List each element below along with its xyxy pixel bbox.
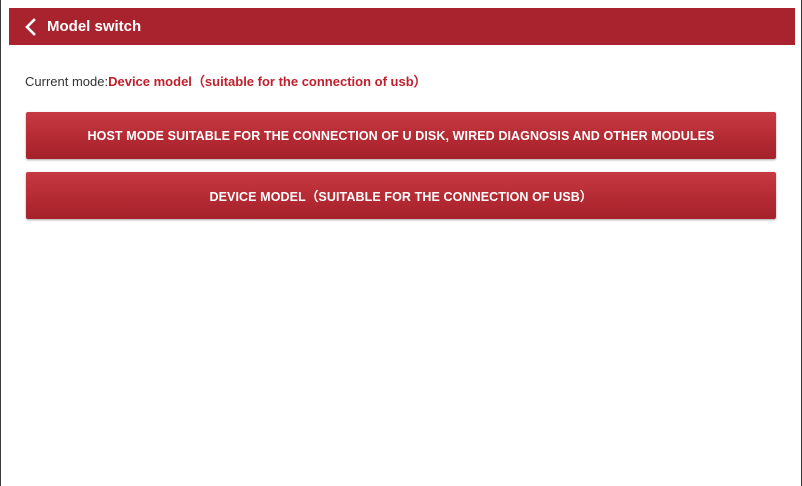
current-mode-status: Current mode:Device model（suitable for t… [25, 71, 427, 90]
device-mode-button-label: DEVICE MODEL（SUITABLE FOR THE CONNECTION… [209, 190, 593, 204]
back-button[interactable] [15, 8, 45, 45]
host-mode-button-label: HOST MODE SUITABLE FOR THE CONNECTION OF… [87, 128, 715, 143]
app-frame: Model switch Current mode:Device model（s… [0, 0, 802, 486]
current-mode-value: Device model（suitable for the connection… [108, 74, 427, 89]
title-bar: Model switch [9, 8, 795, 45]
current-mode-label: Current mode: [25, 74, 109, 89]
device-mode-button[interactable]: DEVICE MODEL（SUITABLE FOR THE CONNECTION… [26, 172, 776, 219]
chevron-left-icon [25, 17, 36, 36]
page-title: Model switch [47, 18, 142, 35]
host-mode-button[interactable]: HOST MODE SUITABLE FOR THE CONNECTION OF… [26, 112, 776, 159]
